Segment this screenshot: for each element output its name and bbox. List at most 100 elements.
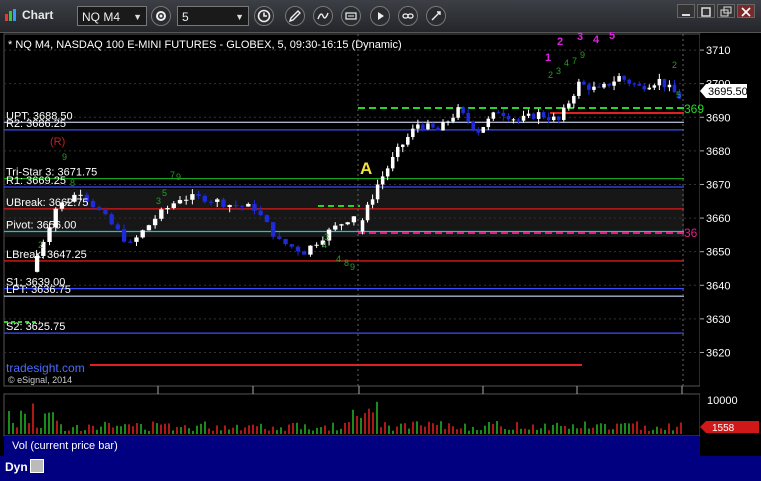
candle-body [476, 129, 480, 133]
symbol-settings-button[interactable] [151, 6, 171, 26]
volume-bar [604, 423, 606, 434]
candle-body [375, 184, 380, 200]
volume-bar [644, 425, 646, 434]
draw-tools-button[interactable] [285, 6, 305, 26]
volume-bar [512, 429, 514, 434]
volume-bar [636, 421, 638, 434]
close-button[interactable] [737, 4, 755, 18]
y-tick-label: 3650 [706, 247, 730, 259]
resistance-marker: (R) [50, 136, 65, 148]
candle-body [401, 144, 405, 147]
volume-bar [216, 425, 218, 434]
volume-bar [476, 430, 478, 434]
last-price-value: 3695.50 [708, 86, 748, 98]
candle-body [436, 127, 440, 131]
link-button[interactable] [398, 6, 418, 26]
volume-bar [256, 426, 258, 434]
formula-button[interactable] [341, 6, 361, 26]
restore-button[interactable] [717, 4, 735, 18]
wave-label-1: 1 [545, 52, 551, 64]
volume-last-value: 1558 [712, 423, 735, 434]
candle-body [426, 123, 430, 130]
volume-bar [312, 430, 314, 434]
interval-input[interactable]: 5 ▼ [177, 6, 249, 26]
volume-bar [444, 428, 446, 434]
dynamic-mode-label[interactable]: Dyn [5, 460, 28, 474]
volume-bar [464, 423, 466, 434]
volume-study-label[interactable]: Vol (current price bar) [4, 436, 700, 456]
volume-bar [192, 430, 194, 434]
time-template-button[interactable] [254, 6, 274, 26]
volume-bar [516, 422, 518, 434]
volume-bar [576, 428, 578, 434]
count-marker: 3 [156, 196, 161, 206]
volume-bar [200, 423, 202, 434]
candle-body [536, 112, 541, 119]
level-label: UBreak: 3662.75 [6, 197, 89, 209]
volume-bar [56, 420, 58, 434]
candle-body [283, 238, 288, 245]
volume-bar [460, 428, 462, 434]
window-title: Chart [22, 8, 54, 22]
volume-bar [368, 408, 370, 434]
chevron-down-icon[interactable]: ▼ [133, 7, 142, 27]
volume-bar [100, 426, 102, 434]
candle-body [592, 86, 596, 90]
volume-bar [548, 430, 550, 434]
candle-body [567, 103, 571, 108]
count-marker: 9 [350, 262, 355, 272]
candle-body [627, 79, 631, 84]
level-label: Pivot: 3656.00 [6, 220, 76, 232]
volume-bar [408, 428, 410, 434]
link-icon [402, 13, 414, 19]
volume-bar [484, 425, 486, 434]
compare-button[interactable] [426, 6, 446, 26]
volume-bar [492, 423, 494, 434]
volume-bar [344, 422, 346, 434]
volume-bar [376, 401, 378, 434]
volume-bar [564, 426, 566, 434]
candle-body [97, 207, 102, 210]
volume-bar [388, 425, 390, 434]
candle-body [109, 214, 114, 225]
volume-bar [260, 423, 262, 434]
candle-body [134, 237, 139, 242]
volume-bar [520, 428, 522, 434]
candle-body [541, 112, 546, 118]
candle-body [637, 83, 641, 86]
level-label: S2: 3625.75 [6, 321, 65, 333]
studies-button[interactable] [313, 6, 333, 26]
volume-bar [280, 427, 282, 434]
candle-body [411, 128, 415, 137]
candle-body [370, 199, 375, 205]
volume-bar [524, 428, 526, 434]
chevron-down-icon[interactable]: ▼ [235, 7, 244, 27]
copyright: © eSignal, 2014 [8, 375, 72, 385]
candle-body [491, 112, 496, 119]
count-marker: 9 [62, 152, 67, 162]
play-button[interactable] [370, 6, 390, 26]
price-chart[interactable]: 9827 93544 8 932 34 7925 UPT: 3688.50R2: 3686… [0, 32, 761, 481]
y-tick-label: 3640 [706, 280, 730, 292]
candle-body [602, 83, 606, 88]
annotation-a: A [360, 159, 372, 178]
maximize-button[interactable] [697, 4, 715, 18]
symbol-input[interactable]: NQ M4 ▼ [77, 6, 147, 26]
minimize-button[interactable] [677, 4, 695, 18]
level-label: R2: 3686.25 [6, 118, 66, 130]
volume-bar [352, 409, 354, 434]
candle-body [165, 208, 170, 210]
volume-bar [232, 427, 234, 434]
volume-bar [416, 421, 418, 434]
candle-body [208, 201, 214, 203]
volume-bar [152, 421, 154, 434]
dynamic-mode-icon[interactable] [30, 459, 44, 473]
y-tick-label: 3670 [706, 179, 730, 191]
y-tick-label: 3710 [706, 45, 730, 57]
volume-bar [296, 422, 298, 434]
volume-bar [272, 426, 274, 434]
volume-bar [92, 425, 94, 434]
volume-bar [80, 430, 82, 434]
candle-body [667, 84, 672, 88]
volume-bar [208, 428, 210, 434]
